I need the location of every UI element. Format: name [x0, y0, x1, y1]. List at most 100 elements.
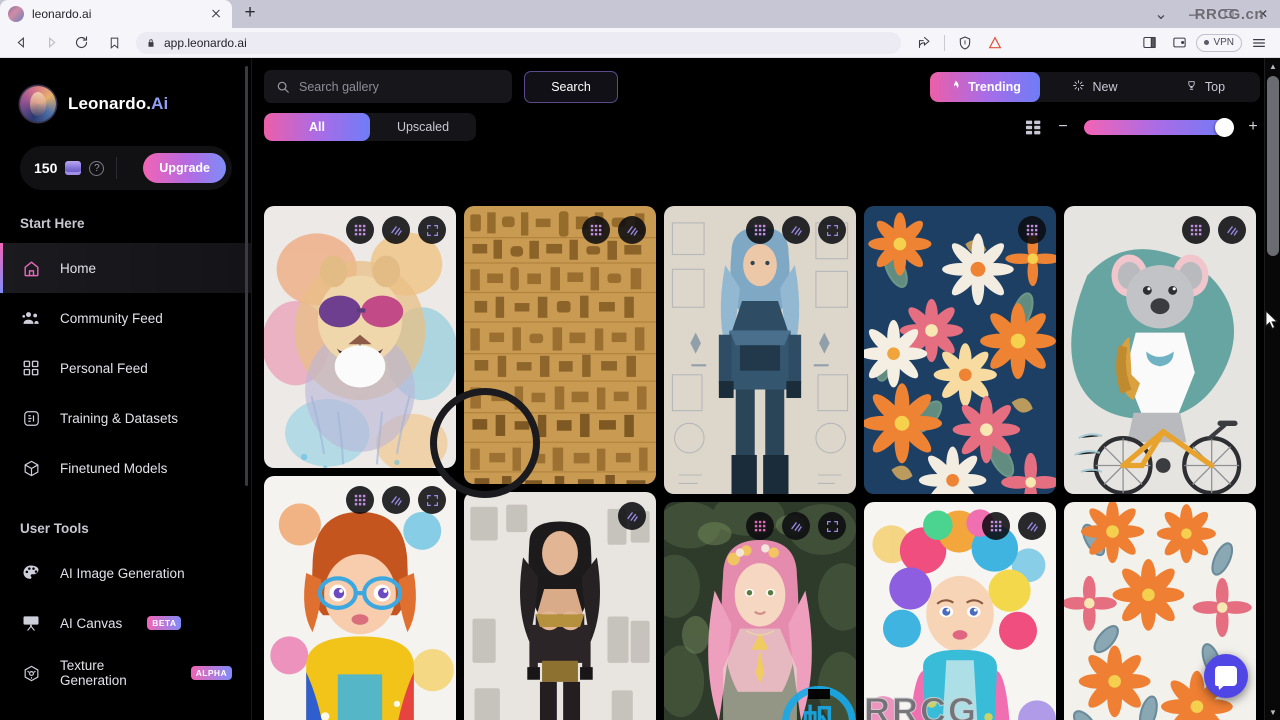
sparkle-icon — [1072, 79, 1085, 95]
expand-fullscreen-icon[interactable] — [418, 216, 446, 244]
sidebar-scrollbar[interactable] — [245, 66, 248, 486]
hamburger-menu-icon[interactable] — [1246, 30, 1272, 56]
tab-top[interactable]: Top — [1150, 72, 1260, 102]
vpn-status-dot — [1204, 40, 1210, 45]
personal-feed-grid-icon — [20, 357, 42, 379]
extension-triangle-icon[interactable] — [982, 30, 1008, 56]
card-actions — [346, 486, 446, 514]
variations-lines-icon[interactable] — [618, 502, 646, 530]
scroll-up-arrow-icon[interactable]: ▲ — [1265, 58, 1280, 74]
sidebar-item-training-datasets[interactable]: Training & Datasets — [0, 393, 252, 443]
variations-lines-icon[interactable] — [382, 486, 410, 514]
gallery-card-warrior-woman[interactable] — [464, 492, 656, 720]
artwork-floral-pattern-blue — [864, 206, 1056, 494]
minimize-button[interactable]: — — [1178, 0, 1212, 28]
gallery-card-girl-glasses[interactable] — [264, 476, 456, 720]
main-content: Search Trending New — [252, 58, 1280, 720]
page-scrollbar[interactable]: ▲ ▼ — [1264, 58, 1280, 720]
zoom-slider[interactable] — [1084, 117, 1234, 137]
address-bar[interactable]: app.leonardo.ai — [136, 31, 902, 54]
upscale-pixel-icon[interactable] — [746, 512, 774, 540]
sidebar-item-ai-image-generation[interactable]: AI Image Generation — [0, 548, 252, 598]
finetuned-models-cube-icon — [20, 457, 42, 479]
sidebar-item-personal-feed[interactable]: Personal Feed — [0, 343, 252, 393]
sidebar-item-finetuned-models[interactable]: Finetuned Models — [0, 443, 252, 493]
card-actions — [1018, 216, 1046, 244]
gallery-card-pink-hair-elf[interactable] — [664, 502, 856, 720]
ai-canvas-easel-icon — [20, 612, 42, 634]
sidebar-item-label: Personal Feed — [60, 360, 148, 376]
zoom-out-button[interactable]: − — [1056, 119, 1070, 135]
reload-icon[interactable] — [68, 30, 94, 56]
upscale-pixel-icon[interactable] — [346, 486, 374, 514]
artwork-hieroglyphs — [464, 206, 656, 484]
variations-lines-icon[interactable] — [382, 216, 410, 244]
sidebar-item-home[interactable]: Home — [0, 243, 252, 293]
search-button[interactable]: Search — [524, 70, 618, 103]
tab-title: leonardo.ai — [32, 7, 92, 21]
gallery-toolbar-row-search: Search Trending New — [264, 70, 1260, 103]
brave-shields-icon[interactable] — [952, 30, 978, 56]
tab-upscaled[interactable]: Upscaled — [370, 113, 476, 141]
new-tab-button[interactable]: + — [236, 0, 264, 28]
gallery-card-koala-bike[interactable] — [1064, 206, 1256, 494]
scroll-down-arrow-icon[interactable]: ▼ — [1265, 704, 1280, 720]
sidebar-item-label: Training & Datasets — [60, 410, 179, 426]
zoom-in-button[interactable]: + — [1246, 119, 1260, 135]
gallery-card-floral-pattern-blue[interactable] — [864, 206, 1056, 494]
tab-trending[interactable]: Trending — [930, 71, 1040, 102]
chevron-down-icon[interactable]: ⌄ — [1144, 0, 1178, 28]
upgrade-button[interactable]: Upgrade — [143, 153, 226, 183]
zoom-slider-knob[interactable] — [1215, 117, 1234, 137]
variations-lines-icon[interactable] — [782, 512, 810, 540]
upscale-pixel-icon[interactable] — [746, 216, 774, 244]
sidebar-item-ai-canvas[interactable]: AI Canvas BETA — [0, 598, 252, 648]
variations-lines-icon[interactable] — [618, 216, 646, 244]
variations-lines-icon[interactable] — [1218, 216, 1246, 244]
window-close-button[interactable]: ✕ — [1246, 0, 1280, 28]
page-scrollbar-thumb[interactable] — [1267, 76, 1279, 256]
sidebar-item-badge: ALPHA — [190, 666, 232, 680]
bookmark-icon[interactable] — [102, 30, 126, 56]
upscale-pixel-icon[interactable] — [1182, 216, 1210, 244]
browser-tab[interactable]: leonardo.ai — [0, 0, 232, 28]
back-arrow-icon[interactable] — [8, 30, 34, 56]
token-coin-icon — [65, 161, 82, 175]
upscale-pixel-icon[interactable] — [582, 216, 610, 244]
intercom-chat-button[interactable] — [1204, 654, 1248, 698]
search-input[interactable] — [299, 79, 500, 94]
search-gallery-field[interactable] — [264, 70, 512, 103]
tab-all[interactable]: All — [264, 113, 370, 141]
ai-image-generation-palette-icon — [20, 562, 42, 584]
credits-amount: 150 — [34, 160, 58, 176]
help-question-icon[interactable]: ? — [89, 160, 105, 176]
lock-icon — [146, 37, 156, 49]
variations-lines-icon[interactable] — [782, 216, 810, 244]
upscale-pixel-icon[interactable] — [346, 216, 374, 244]
maximize-button[interactable]: ☐ — [1212, 0, 1246, 28]
sidebar-item-texture-generation[interactable]: Texture Generation ALPHA — [0, 648, 252, 698]
tab-new[interactable]: New — [1040, 72, 1150, 102]
upscale-pixel-icon[interactable] — [982, 512, 1010, 540]
gallery-card-hieroglyphs[interactable] — [464, 206, 656, 484]
grid-density-icon[interactable] — [1025, 120, 1042, 135]
share-icon[interactable] — [911, 30, 937, 56]
sidebar-item-community-feed[interactable]: Community Feed — [0, 293, 252, 343]
sidebar-panel-icon[interactable] — [1136, 30, 1162, 56]
close-icon[interactable] — [208, 6, 224, 22]
brand[interactable]: Leonardo.Ai — [0, 86, 252, 122]
community-feed-icon — [20, 307, 42, 329]
vpn-button[interactable]: VPN — [1196, 33, 1242, 52]
upscale-pixel-icon[interactable] — [1018, 216, 1046, 244]
expand-fullscreen-icon[interactable] — [818, 216, 846, 244]
texture-generation-cube-icon — [20, 662, 42, 684]
variations-lines-icon[interactable] — [1018, 512, 1046, 540]
expand-fullscreen-icon[interactable] — [818, 512, 846, 540]
gallery-card-blue-hair-warrior[interactable] — [664, 206, 856, 494]
gallery-card-lion[interactable] — [264, 206, 456, 468]
card-actions — [1182, 216, 1246, 244]
gallery-card-rainbow-hair-girl[interactable] — [864, 502, 1056, 720]
brave-wallet-icon[interactable] — [1166, 30, 1192, 56]
masonry-column — [664, 206, 856, 720]
expand-fullscreen-icon[interactable] — [418, 486, 446, 514]
